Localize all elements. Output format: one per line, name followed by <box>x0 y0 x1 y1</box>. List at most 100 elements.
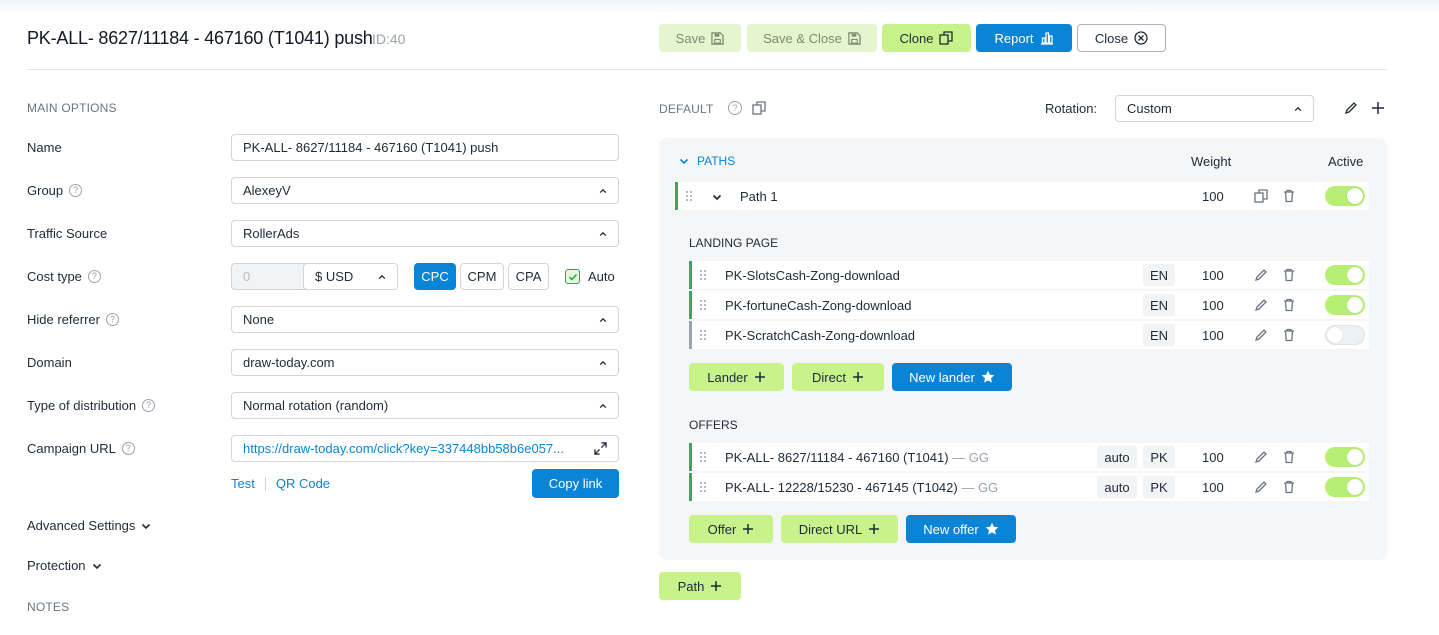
offer-active-toggle[interactable] <box>1325 477 1365 497</box>
cost-type-label: Cost type? <box>27 269 101 284</box>
bar-chart-icon <box>1040 32 1053 45</box>
pencil-icon[interactable] <box>1254 298 1268 312</box>
pencil-icon[interactable] <box>1254 268 1268 282</box>
copy-icon[interactable] <box>752 101 766 115</box>
weight-header: Weight <box>1191 154 1232 169</box>
add-direct-url-button[interactable]: Direct URL <box>781 515 898 543</box>
hide-referrer-select[interactable]: None <box>231 306 619 333</box>
status-bar <box>689 473 692 501</box>
drag-handle-icon[interactable] <box>699 269 707 281</box>
header-divider <box>27 69 1387 70</box>
offer-weight: 100 <box>1202 480 1224 495</box>
lander-row[interactable]: PK-fortuneCash-Zong-download EN 100 <box>689 291 1369 319</box>
check-icon <box>568 273 577 281</box>
help-icon[interactable]: ? <box>105 313 119 326</box>
chevron-down-icon[interactable] <box>712 192 722 202</box>
name-input[interactable]: PK-ALL- 8627/11184 - 467160 (T1041) push <box>231 134 619 161</box>
offer-row[interactable]: PK-ALL- 8627/11184 - 467160 (T1041) — GG… <box>689 443 1369 471</box>
trash-icon[interactable] <box>1282 268 1296 282</box>
advanced-settings-toggle[interactable]: Advanced Settings <box>27 518 151 533</box>
campaign-url-label: Campaign URL? <box>27 441 135 456</box>
drag-handle-icon[interactable] <box>699 329 707 341</box>
trash-icon[interactable] <box>1282 298 1296 312</box>
traffic-source-select[interactable]: RollerAds <box>231 220 619 247</box>
drag-handle-icon[interactable] <box>699 299 707 311</box>
lander-row[interactable]: PK-SlotsCash-Zong-download EN 100 <box>689 261 1369 289</box>
help-icon[interactable]: ? <box>69 184 83 197</box>
top-shade <box>0 0 1439 16</box>
close-button[interactable]: Close <box>1077 24 1166 52</box>
lander-name: PK-ScratchCash-Zong-download <box>725 328 916 343</box>
cost-mode-cpc[interactable]: CPC <box>414 263 456 290</box>
paths-toggle[interactable]: PATHS <box>679 154 735 168</box>
distribution-select[interactable]: Normal rotation (random) <box>231 392 619 419</box>
report-button[interactable]: Report <box>976 24 1072 52</box>
help-icon[interactable]: ? <box>142 399 156 412</box>
lander-active-toggle[interactable] <box>1325 265 1365 285</box>
cost-input[interactable]: 0 <box>231 263 311 290</box>
help-icon[interactable]: ? <box>87 270 101 283</box>
pencil-icon[interactable] <box>1344 101 1358 115</box>
pencil-icon[interactable] <box>1254 480 1268 494</box>
drag-handle-icon[interactable] <box>685 190 693 202</box>
save-close-button[interactable]: Save & Close <box>747 24 877 52</box>
campaign-url-field[interactable]: https://draw-today.com/click?key=337448b… <box>231 435 619 462</box>
lander-active-toggle[interactable] <box>1325 325 1365 345</box>
path-active-toggle[interactable] <box>1325 186 1365 206</box>
clone-button[interactable]: Clone <box>882 24 971 52</box>
add-offer-button[interactable]: Offer <box>689 515 773 543</box>
currency-select[interactable]: $ USD <box>303 263 398 290</box>
add-path-button[interactable]: Path <box>659 572 741 600</box>
lander-row[interactable]: PK-ScratchCash-Zong-download EN 100 <box>689 321 1369 349</box>
domain-label: Domain <box>27 355 72 370</box>
path-row[interactable]: Path 1 100 <box>675 182 1369 210</box>
save-button[interactable]: Save <box>659 24 741 52</box>
toggle-knob <box>1327 327 1343 343</box>
drag-handle-icon[interactable] <box>699 481 707 493</box>
lander-active-toggle[interactable] <box>1325 295 1365 315</box>
expand-icon[interactable] <box>594 442 607 455</box>
rotation-select[interactable]: Custom <box>1115 95 1314 122</box>
auto-checkbox[interactable] <box>565 269 580 284</box>
lander-weight: 100 <box>1202 298 1224 313</box>
status-bar <box>689 291 692 319</box>
trash-icon[interactable] <box>1282 480 1296 494</box>
offer-name: PK-ALL- 8627/11184 - 467160 (T1041) — GG <box>725 450 990 465</box>
chevron-down-icon <box>92 563 101 569</box>
language-chip: EN <box>1143 294 1175 316</box>
offer-active-toggle[interactable] <box>1325 447 1365 467</box>
trash-icon[interactable] <box>1282 450 1296 464</box>
qr-code-link[interactable]: QR Code <box>276 476 330 491</box>
trash-icon[interactable] <box>1282 189 1296 203</box>
copy-icon[interactable] <box>1254 189 1268 203</box>
pencil-icon[interactable] <box>1254 450 1268 464</box>
add-direct-label: Direct <box>812 369 846 385</box>
copy-link-button[interactable]: Copy link <box>532 469 619 498</box>
cost-mode-cpm[interactable]: CPM <box>460 263 504 290</box>
trash-icon[interactable] <box>1282 328 1296 342</box>
drag-handle-icon[interactable] <box>699 451 707 463</box>
add-direct-button[interactable]: Direct <box>792 363 884 391</box>
toggle-knob <box>1347 479 1363 495</box>
add-lander-button[interactable]: Lander <box>689 363 784 391</box>
offer-row[interactable]: PK-ALL- 12228/15230 - 467145 (T1042) — G… <box>689 473 1369 501</box>
cost-mode-cpa[interactable]: CPA <box>508 263 549 290</box>
new-offer-button[interactable]: New offer <box>906 515 1016 543</box>
plus-icon[interactable] <box>1371 101 1385 115</box>
distribution-label: Type of distribution? <box>27 398 156 413</box>
domain-select[interactable]: draw-today.com <box>231 349 619 376</box>
pencil-icon[interactable] <box>1254 328 1268 342</box>
chevron-up-icon <box>599 360 607 365</box>
new-lander-button[interactable]: New lander <box>892 363 1012 391</box>
status-bar <box>675 182 678 210</box>
protection-toggle[interactable]: Protection <box>27 558 102 573</box>
help-icon[interactable]: ? <box>121 442 135 455</box>
report-label: Report <box>994 30 1034 46</box>
help-icon[interactable]: ? <box>728 101 742 115</box>
test-link[interactable]: Test <box>231 476 255 491</box>
group-select[interactable]: AlexeyV <box>231 177 619 204</box>
auto-checkbox-group[interactable]: Auto <box>565 269 615 284</box>
chevron-up-icon <box>1294 106 1302 111</box>
floppy-icon <box>711 31 725 45</box>
status-bar <box>689 443 692 471</box>
